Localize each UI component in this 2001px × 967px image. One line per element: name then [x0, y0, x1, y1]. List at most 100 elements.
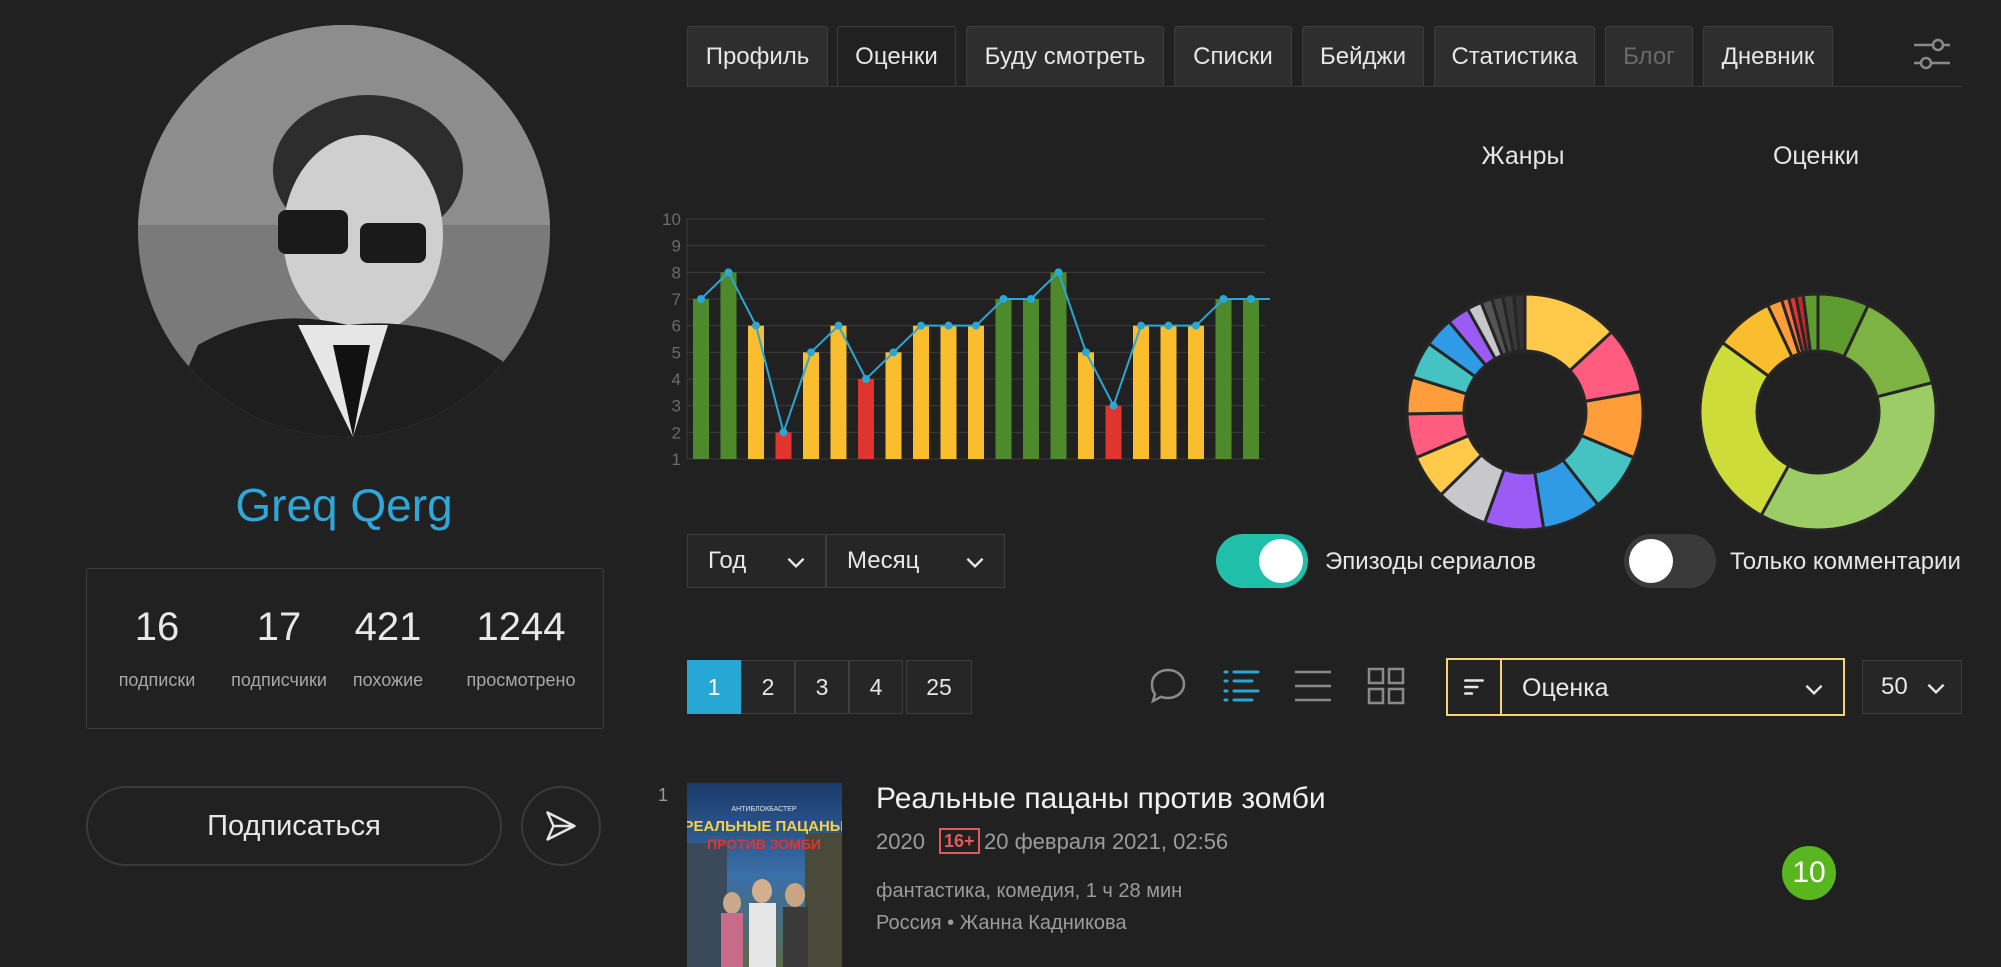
tab-badges[interactable]: Бейджи: [1302, 26, 1424, 86]
trend-point: [1247, 295, 1255, 303]
page-label: 4: [869, 673, 883, 700]
movie-credits: Россия • Жанна Кадникова: [876, 912, 1127, 934]
rating-bar: [830, 325, 847, 459]
trend-point: [917, 321, 925, 330]
send-icon: [546, 811, 576, 841]
user-name: Greq Qerg: [235, 479, 453, 531]
episodes-toggle[interactable]: [1216, 534, 1308, 588]
y-tick-label: 4: [672, 370, 681, 389]
rating-bar: [1160, 325, 1177, 459]
trend-point: [1027, 295, 1035, 303]
tab-label: Статистика: [1451, 42, 1578, 70]
page-button-2[interactable]: 2: [741, 660, 795, 714]
trend-point: [834, 321, 843, 330]
sort-select[interactable]: Оценка: [1446, 658, 1845, 716]
rating-bar: [720, 272, 737, 459]
trend-point: [1137, 321, 1145, 330]
stat-similar[interactable]: 421 похожие: [340, 605, 436, 691]
y-tick-label: 9: [672, 237, 681, 256]
tab-blog[interactable]: Блог: [1605, 26, 1693, 86]
grid-view-icon[interactable]: [1364, 664, 1408, 708]
send-message-button[interactable]: [521, 786, 601, 866]
trend-point: [724, 268, 733, 277]
movie-poster[interactable]: АНТИБЛОКБАСТЕР РЕАЛЬНЫЕ ПАЦАНЫ ПРОТИВ ЗО…: [687, 783, 842, 967]
rating-bar: [885, 352, 902, 459]
stat-value: 16: [134, 605, 180, 649]
stat-value: 421: [354, 605, 422, 649]
trend-point: [779, 428, 788, 437]
sort-direction-button[interactable]: [1448, 660, 1502, 714]
trend-point: [944, 321, 953, 330]
tab-label: Бейджи: [1320, 42, 1406, 70]
chevron-down-icon: [966, 557, 984, 569]
month-select[interactable]: Месяц: [826, 534, 1005, 588]
trend-point: [752, 321, 760, 330]
rating-bar: [693, 299, 709, 459]
rating-bar: [995, 299, 1012, 459]
rating-bar: [1133, 325, 1149, 459]
episodes-toggle-label: Эпизоды сериалов: [1325, 548, 1536, 575]
page-label: 25: [926, 673, 952, 700]
rating-bar: [1188, 325, 1204, 459]
tab-label: Списки: [1193, 42, 1273, 70]
stat-subscribers[interactable]: 17 подписчики: [219, 605, 339, 691]
tab-statistics[interactable]: Статистика: [1434, 26, 1595, 86]
year-select[interactable]: Год: [687, 534, 826, 588]
tab-diary[interactable]: Дневник: [1703, 26, 1833, 86]
y-tick-label: 10: [662, 210, 681, 229]
page-button-4[interactable]: 4: [849, 660, 903, 714]
year-select-value: Год: [708, 547, 747, 574]
y-tick-label: 1: [672, 450, 681, 469]
movie-year: 2020: [876, 829, 925, 854]
trend-point: [862, 375, 870, 383]
ratings-donut-chart: [1698, 292, 1938, 532]
stat-label: просмотрено: [466, 670, 576, 690]
stat-subscriptions[interactable]: 16 подписки: [97, 605, 217, 691]
avatar: [138, 25, 550, 437]
page-button-last[interactable]: 25: [906, 660, 972, 714]
chevron-down-icon: [1927, 683, 1945, 695]
stat-label: подписчики: [231, 670, 327, 690]
profile-stats: 16 подписки 17 подписчики 421 похожие 12…: [86, 568, 604, 729]
compact-list-view-icon[interactable]: [1291, 664, 1335, 708]
tabs-divider: [687, 86, 1962, 87]
month-select-value: Месяц: [847, 547, 920, 574]
poster-title: РЕАЛЬНЫЕ ПАЦАНЫ: [687, 818, 842, 835]
detailed-list-view-icon[interactable]: [1219, 664, 1263, 708]
rating-bar: [858, 379, 874, 459]
comments-only-toggle[interactable]: [1624, 534, 1716, 588]
tab-profile[interactable]: Профиль: [687, 26, 828, 86]
tab-lists[interactable]: Списки: [1174, 26, 1292, 86]
tab-label: Оценки: [855, 42, 938, 70]
toggle-knob: [1629, 539, 1673, 583]
page-label: 2: [761, 673, 775, 700]
avatar-photo: [138, 25, 550, 437]
rating-bar: [913, 325, 929, 459]
page-button-1[interactable]: 1: [687, 660, 741, 714]
tab-ratings[interactable]: Оценки: [837, 26, 956, 86]
sort-icon: [1464, 679, 1484, 695]
trend-point: [1082, 348, 1090, 357]
stat-value: 1244: [476, 605, 566, 649]
genres-donut-chart: [1405, 292, 1645, 532]
movie-title[interactable]: Реальные пацаны против зомби: [876, 782, 1326, 816]
tab-watchlist[interactable]: Буду смотреть: [966, 26, 1164, 86]
rating-bar: [1023, 299, 1039, 459]
subscribe-button[interactable]: Подписаться: [86, 786, 502, 866]
stat-watched[interactable]: 1244 просмотрено: [447, 605, 595, 691]
poster-image: АНТИБЛОКБАСТЕР РЕАЛЬНЫЕ ПАЦАНЫ ПРОТИВ ЗО…: [687, 783, 842, 967]
sliders-icon[interactable]: [1910, 32, 1954, 76]
chevron-down-icon: [787, 557, 805, 569]
y-tick-label: 8: [672, 263, 681, 282]
age-rating-badge: 16+: [939, 828, 980, 854]
trend-point: [1109, 401, 1118, 410]
trend-point: [1054, 268, 1063, 277]
chevron-down-icon: [1805, 684, 1823, 696]
y-tick-label: 2: [672, 423, 681, 442]
comment-view-icon[interactable]: [1146, 664, 1190, 708]
per-page-select[interactable]: 50: [1862, 660, 1962, 714]
user-score-badge: 10: [1782, 846, 1836, 900]
page-button-3[interactable]: 3: [795, 660, 849, 714]
y-tick-label: 6: [672, 317, 681, 336]
trend-point: [697, 295, 705, 303]
